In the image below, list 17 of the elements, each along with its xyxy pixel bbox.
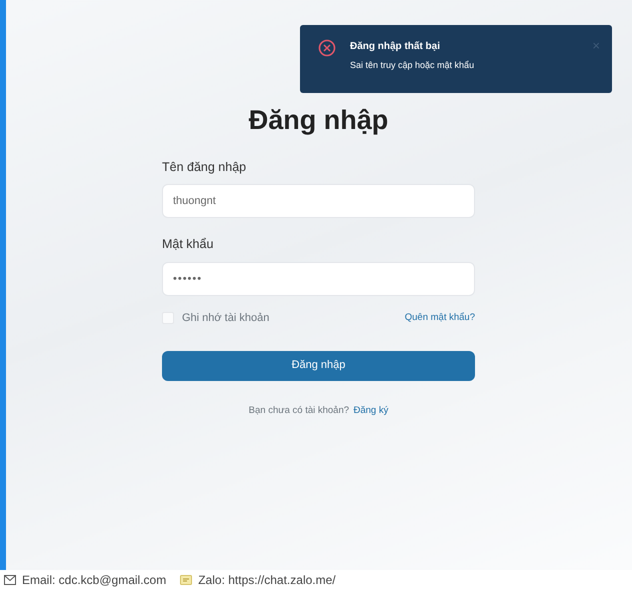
error-icon: [318, 39, 336, 57]
login-button[interactable]: Đăng nhập: [162, 350, 475, 380]
field-label: Tên đăng nhập: [162, 158, 246, 176]
chat-icon: [180, 575, 192, 586]
signup-link[interactable]: Đăng ký: [353, 404, 388, 416]
login-heading: Đăng nhập: [248, 104, 390, 137]
email-text: Email: cdc.kcb@gmail.com: [22, 573, 166, 588]
password-field[interactable]: ••••••: [162, 262, 475, 296]
signup-prompt: Bạn chưa có tài khoản?: [248, 404, 350, 416]
remember-label: Ghi nhớ tài khoản: [182, 311, 270, 326]
forgot-password-link[interactable]: Quên mật khẩu?: [404, 311, 475, 326]
mail-icon: [4, 575, 16, 586]
toast-title: Đăng nhập thất bại: [350, 40, 441, 54]
username-field[interactable]: thuongnt: [162, 184, 475, 218]
toast-message: Sai tên truy cập hoặc mật khẩu: [350, 59, 474, 72]
zalo-text: Zalo: https://chat.zalo.me/: [198, 573, 336, 588]
field-label: Mật khẩu: [162, 236, 214, 254]
